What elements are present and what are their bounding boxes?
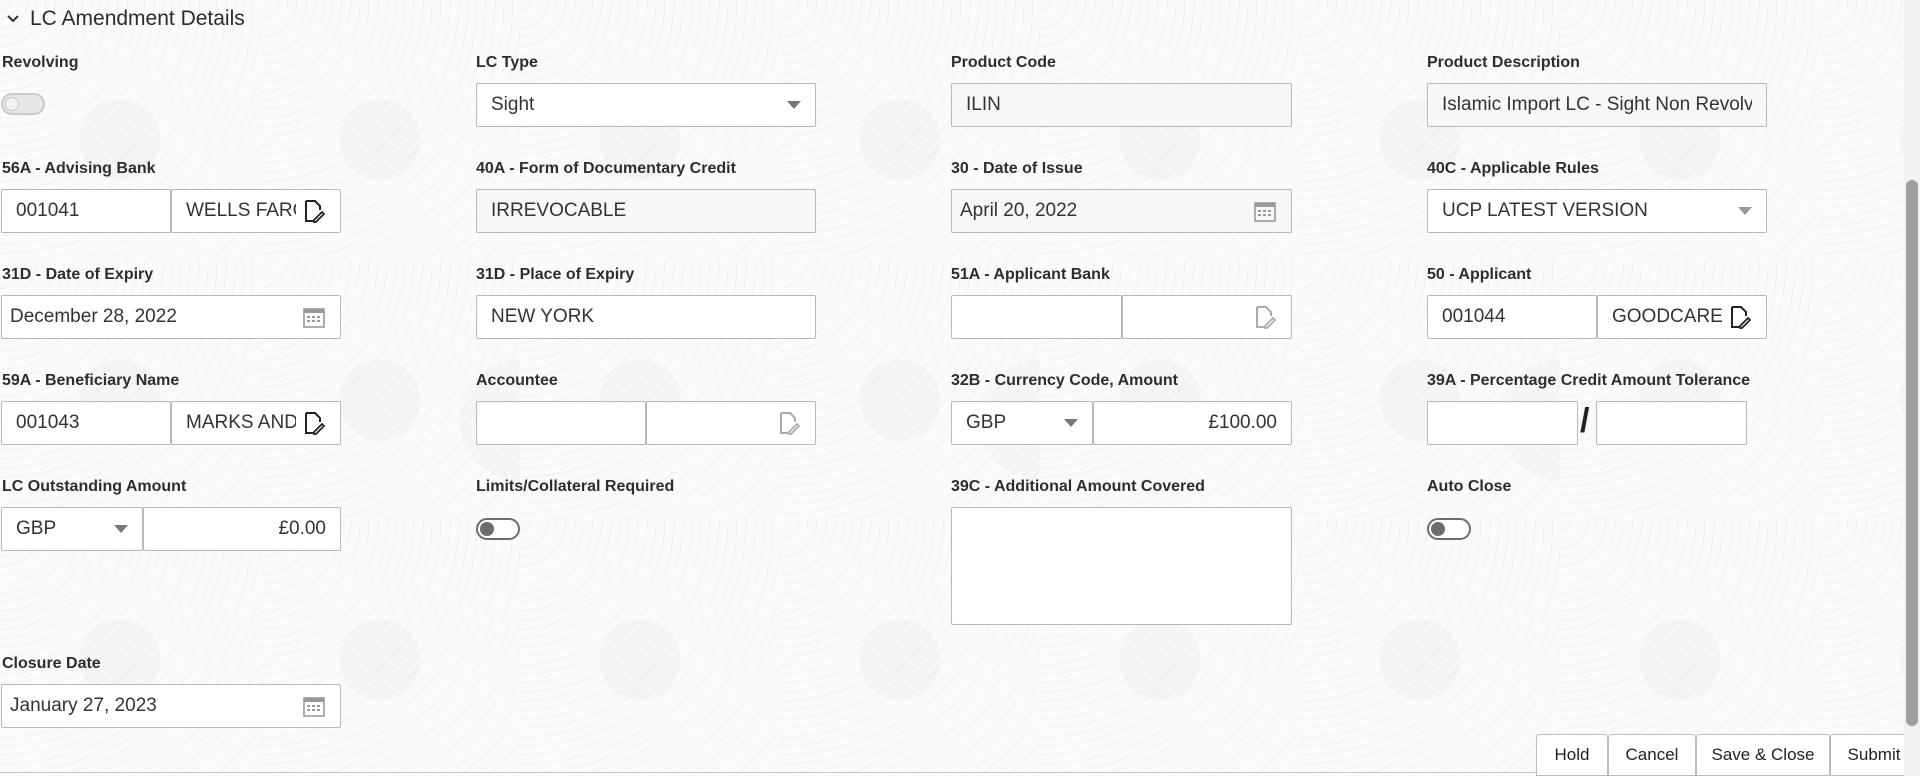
currency-amount-label: 32B - Currency Code, Amount (951, 372, 1178, 389)
beneficiary-code-field[interactable]: 001043 (1, 401, 171, 445)
auto-close-label: Auto Close (1427, 478, 1512, 495)
save-close-button[interactable]: Save & Close (1696, 734, 1830, 776)
place-of-expiry-label: 31D - Place of Expiry (476, 266, 635, 283)
limits-label: Limits/Collateral Required (476, 478, 675, 495)
product-description-field[interactable]: Islamic Import LC - Sight Non Revolving (1427, 83, 1767, 127)
tolerance-label: 39A - Percentage Credit Amount Tolerance (1427, 372, 1751, 389)
date-of-expiry-field[interactable]: December 28, 2022 (1, 295, 341, 339)
tolerance-separator: / (1580, 402, 1590, 440)
hold-button[interactable]: Hold (1536, 734, 1608, 776)
section-title: LC Amendment Details (30, 7, 245, 30)
amount-value: £100.00 (1208, 412, 1277, 433)
applicant-bank-name-field[interactable] (1122, 295, 1292, 339)
lookup-icon[interactable] (777, 411, 801, 435)
product-description-label: Product Description (1427, 54, 1580, 71)
closure-date-label: Closure Date (2, 655, 101, 672)
advising-bank-label: 56A - Advising Bank (2, 160, 156, 177)
outstanding-label: LC Outstanding Amount (2, 478, 187, 495)
applicant-name: GOODCARE (1612, 306, 1722, 327)
applicable-rules-label: 40C - Applicable Rules (1427, 160, 1599, 177)
beneficiary-name-field[interactable]: MARKS AND (171, 401, 341, 445)
form-of-credit-label: 40A - Form of Documentary Credit (476, 160, 736, 177)
advising-bank-code-field[interactable]: 001041 (1, 189, 171, 233)
calendar-icon[interactable] (1253, 199, 1277, 223)
beneficiary-code: 001043 (16, 412, 80, 433)
form-of-credit-field[interactable]: IRREVOCABLE (476, 189, 816, 233)
lc-type-select[interactable]: Sight (476, 83, 816, 127)
date-of-issue-label: 30 - Date of Issue (951, 160, 1083, 177)
chevron-down-icon (7, 15, 19, 23)
date-of-issue-value: April 20, 2022 (960, 200, 1078, 221)
outstanding-amount: £0.00 (278, 518, 326, 539)
currency-value: GBP (966, 412, 1007, 433)
caret-down-icon (787, 101, 801, 109)
product-code-label: Product Code (951, 54, 1056, 71)
lookup-icon[interactable] (302, 199, 326, 223)
revolving-toggle[interactable] (1, 93, 45, 115)
date-of-expiry-value: December 28, 2022 (10, 306, 177, 327)
form-of-credit-value: IRREVOCABLE (491, 200, 627, 221)
closure-date-value: January 27, 2023 (10, 695, 157, 716)
additional-amount-label: 39C - Additional Amount Covered (951, 478, 1205, 495)
amount-field[interactable]: £100.00 (1093, 401, 1292, 445)
product-code-value: ILIN (966, 94, 1001, 115)
outstanding-currency: GBP (16, 518, 57, 539)
outstanding-amount-field[interactable]: £0.00 (143, 507, 341, 551)
applicant-code-field[interactable]: 001044 (1427, 295, 1597, 339)
tolerance-minus-field[interactable] (1596, 401, 1747, 445)
applicant-bank-label: 51A - Applicant Bank (951, 266, 1110, 283)
advising-bank-code: 001041 (16, 200, 80, 221)
tolerance-plus-field[interactable] (1427, 401, 1578, 445)
advising-bank-name-field[interactable]: WELLS FARGO (171, 189, 341, 233)
lc-type-value: Sight (491, 94, 535, 115)
accountee-code-field[interactable] (476, 401, 646, 445)
scrollbar-thumb[interactable] (1906, 180, 1918, 726)
lookup-icon[interactable] (302, 411, 326, 435)
applicant-name-field[interactable]: GOODCARE (1597, 295, 1767, 339)
lookup-icon[interactable] (1253, 305, 1277, 329)
limits-toggle[interactable] (476, 518, 520, 540)
beneficiary-label: 59A - Beneficiary Name (2, 372, 180, 389)
applicant-label: 50 - Applicant (1427, 266, 1532, 283)
applicant-code: 001044 (1442, 306, 1506, 327)
calendar-icon[interactable] (302, 694, 326, 718)
auto-close-toggle[interactable] (1427, 518, 1471, 540)
calendar-icon[interactable] (302, 305, 326, 329)
beneficiary-name: MARKS AND (186, 412, 296, 433)
applicant-bank-code-field[interactable] (951, 295, 1122, 339)
closure-date-field[interactable]: January 27, 2023 (1, 684, 341, 728)
advising-bank-name: WELLS FARGO (186, 200, 296, 221)
date-of-issue-field[interactable]: April 20, 2022 (951, 189, 1292, 233)
cancel-button[interactable]: Cancel (1608, 734, 1696, 776)
section-header[interactable]: LC Amendment Details (6, 4, 245, 34)
product-code-field[interactable]: ILIN (951, 83, 1292, 127)
place-of-expiry-value: NEW YORK (491, 306, 595, 327)
accountee-label: Accountee (476, 372, 558, 389)
applicable-rules-value: UCP LATEST VERSION (1442, 200, 1648, 221)
accountee-name-field[interactable] (646, 401, 816, 445)
outstanding-currency-select[interactable]: GBP (1, 507, 143, 551)
product-description-value: Islamic Import LC - Sight Non Revolving (1442, 94, 1752, 115)
date-of-expiry-label: 31D - Date of Expiry (2, 266, 154, 283)
currency-select[interactable]: GBP (951, 401, 1093, 445)
place-of-expiry-field[interactable]: NEW YORK (476, 295, 816, 339)
applicable-rules-select[interactable]: UCP LATEST VERSION (1427, 189, 1767, 233)
caret-down-icon (114, 525, 128, 533)
caret-down-icon (1064, 419, 1078, 427)
additional-amount-textarea[interactable] (951, 507, 1292, 625)
lookup-icon[interactable] (1728, 305, 1752, 329)
lc-type-label: LC Type (476, 54, 538, 71)
revolving-label: Revolving (2, 54, 79, 71)
caret-down-icon (1738, 207, 1752, 215)
